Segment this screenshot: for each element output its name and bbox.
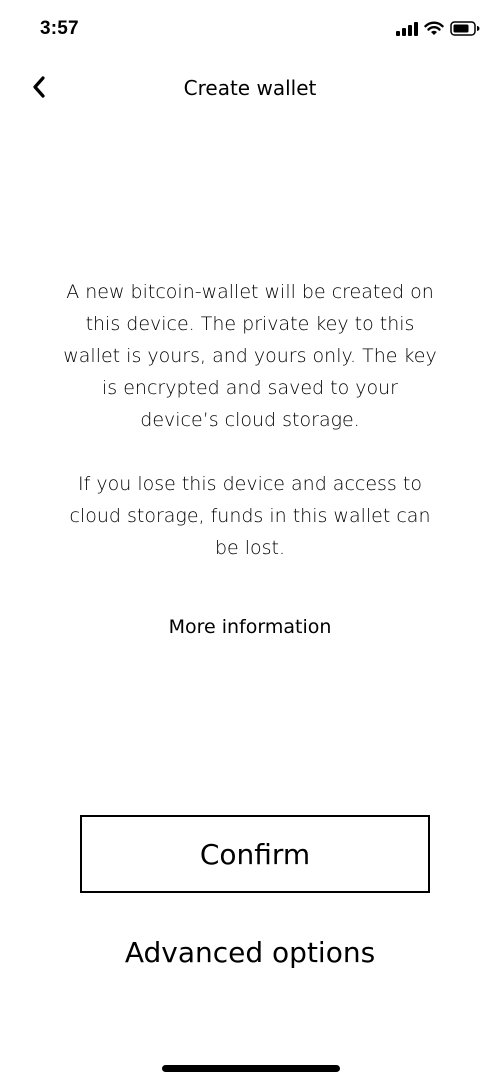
signal-icon bbox=[396, 21, 418, 40]
description-paragraph-1: A new bitcoin-wallet will be created on … bbox=[63, 281, 437, 431]
confirm-button-label: Confirm bbox=[199, 837, 311, 871]
confirm-button[interactable]: Confirm bbox=[80, 815, 430, 893]
wifi-icon bbox=[424, 21, 444, 40]
nav-bar: Create wallet bbox=[0, 62, 500, 116]
home-indicator bbox=[162, 1065, 340, 1072]
page-title: Create wallet bbox=[183, 76, 317, 100]
status-bar: 3:57 bbox=[0, 0, 500, 60]
more-information-link[interactable]: More information bbox=[0, 616, 500, 638]
description-paragraph-2: If you lose this device and access to cl… bbox=[69, 473, 431, 559]
status-time: 3:57 bbox=[40, 18, 79, 39]
wallet-description: A new bitcoin-wallet will be created on … bbox=[60, 276, 440, 564]
advanced-options-button[interactable]: Advanced options bbox=[0, 936, 500, 969]
battery-icon bbox=[450, 20, 480, 40]
status-icons bbox=[396, 20, 480, 40]
